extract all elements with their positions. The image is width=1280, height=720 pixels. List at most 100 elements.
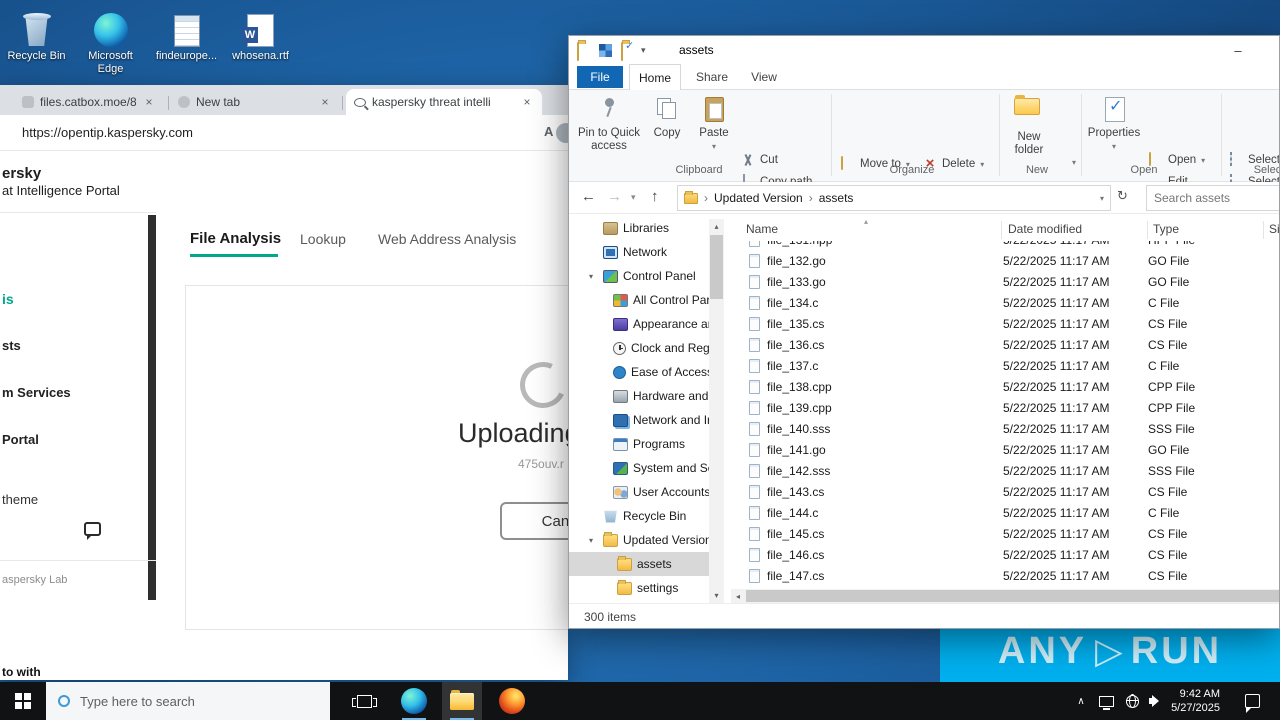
file-row[interactable]: file_144.c 5/22/2025 11:17 AM C File (724, 502, 1279, 523)
column-header-type[interactable]: Type (1153, 222, 1179, 236)
tree-item-recycle-bin[interactable]: Recycle Bin (569, 504, 709, 528)
file-row[interactable]: file_147.cs 5/22/2025 11:17 AM CS File (724, 565, 1279, 586)
nav-item-fragment[interactable]: m Services (2, 385, 71, 400)
taskbar-explorer-button[interactable] (442, 682, 482, 720)
file-row[interactable]: file_139.cpp 5/22/2025 11:17 AM CPP File (724, 397, 1279, 418)
file-row[interactable]: file_143.cs 5/22/2025 11:17 AM CS File (724, 481, 1279, 502)
nav-item-fragment[interactable]: Portal (2, 432, 39, 447)
breadcrumb-assets[interactable]: assets (819, 191, 854, 205)
sidebar-scrollbar[interactable] (148, 215, 156, 600)
recent-locations-icon[interactable]: ▾ (631, 192, 636, 203)
taskbar-firefox-button[interactable] (492, 682, 532, 720)
tree-item-updated-version[interactable]: ▾ Updated Version (569, 528, 712, 552)
tray-show-hidden-icons[interactable]: ∧ (1070, 682, 1092, 720)
close-tab-icon[interactable]: × (318, 95, 332, 109)
tree-item-settings[interactable]: settings (569, 576, 709, 600)
properties-button[interactable]: Properties ▾ (1085, 92, 1143, 166)
file-row[interactable]: file_135.cs 5/22/2025 11:17 AM CS File (724, 313, 1279, 334)
tree-item-user-accounts[interactable]: User Accounts (569, 480, 710, 504)
start-button[interactable] (0, 682, 46, 720)
file-row[interactable]: file_131.hpp5/22/2025 11:17 AMHPP File (724, 241, 1279, 250)
tray-display-button[interactable] (1094, 682, 1118, 720)
tray-network-button[interactable] (1120, 682, 1144, 720)
file-row[interactable]: file_137.c 5/22/2025 11:17 AM C File (724, 355, 1279, 376)
desktop-icon-recycle-bin[interactable]: Recycle Bin (0, 6, 73, 63)
browser-tab-kaspersky[interactable]: kaspersky threat intelli × (346, 89, 542, 115)
expand-arrow-icon[interactable]: ▾ (589, 536, 593, 545)
tree-item-ease-of-access[interactable]: Ease of Access (569, 360, 713, 384)
pin-to-quick-access-button[interactable]: Pin to Quick access (577, 92, 641, 166)
feedback-chat-icon[interactable] (84, 522, 101, 540)
tab-home[interactable]: Home (629, 64, 681, 90)
desktop-icon-whosena-rtf[interactable]: whosena.rtf (224, 6, 297, 63)
column-separator[interactable] (1263, 221, 1264, 239)
file-row[interactable]: file_141.go 5/22/2025 11:17 AM GO File (724, 439, 1279, 460)
explorer-title-bar[interactable]: ✓ ▾ assets – ▢ (569, 36, 1279, 64)
desktop-icon-edge[interactable]: Microsoft Edge (74, 6, 147, 76)
search-box[interactable] (1146, 185, 1279, 211)
nav-item-fragment[interactable]: sts (2, 338, 21, 353)
close-tab-icon[interactable]: × (520, 95, 534, 109)
tree-item-programs[interactable]: Programs (569, 432, 709, 456)
file-row[interactable]: file_133.go 5/22/2025 11:17 AM GO File (724, 271, 1279, 292)
file-row[interactable]: file_132.go 5/22/2025 11:17 AM GO File (724, 250, 1279, 271)
taskbar-edge-button[interactable] (394, 682, 434, 720)
browser-tab-catbox[interactable]: files.catbox.moe/8om × (14, 89, 164, 115)
column-header-size[interactable]: Size (1269, 222, 1279, 236)
action-center-button[interactable] (1232, 682, 1272, 720)
file-row[interactable]: file_138.cpp 5/22/2025 11:17 AM CPP File (724, 376, 1279, 397)
cut-button[interactable]: Cut (741, 150, 778, 170)
scroll-left-icon[interactable]: ◂ (731, 589, 745, 603)
file-row[interactable]: file_146.cs 5/22/2025 11:17 AM CS File (724, 544, 1279, 565)
profile-avatar[interactable] (556, 123, 568, 143)
column-header-date-modified[interactable]: Date modified (1008, 222, 1082, 236)
tree-item-all-control-panel-items[interactable]: All Control Par... (569, 288, 720, 312)
paste-button[interactable]: Paste ▾ (691, 92, 737, 166)
breadcrumb[interactable]: › Updated Version › assets ▾ (677, 185, 1111, 211)
tab-web-address-analysis[interactable]: Web Address Analysis (378, 231, 516, 247)
new-folder-qat-icon[interactable]: ✓ (621, 40, 634, 61)
column-header-name[interactable]: Name (746, 222, 778, 236)
read-aloud-icon[interactable]: A (544, 124, 553, 139)
tree-item-appearance[interactable]: Appearance an... (569, 312, 724, 336)
back-icon[interactable]: ← (581, 188, 596, 205)
file-row[interactable]: file_134.c 5/22/2025 11:17 AM C File (724, 292, 1279, 313)
folder-icon[interactable] (577, 42, 579, 61)
scroll-up-icon[interactable]: ▴ (709, 219, 724, 234)
tree-item-system-security[interactable]: System and Se... (569, 456, 724, 480)
chevron-right-icon[interactable]: › (809, 191, 813, 205)
breadcrumb-updated-version[interactable]: Updated Version (714, 191, 803, 205)
file-row[interactable]: file_136.cs 5/22/2025 11:17 AM CS File (724, 334, 1279, 355)
tree-item-hardware-sound[interactable]: Hardware and ... (569, 384, 722, 408)
tab-view[interactable]: View (741, 64, 787, 90)
tab-file[interactable]: File (577, 66, 623, 88)
tree-scrollbar[interactable]: ▴ ▾ (709, 219, 724, 603)
maximize-button[interactable]: ▢ (1271, 36, 1279, 64)
close-tab-icon[interactable]: × (142, 95, 156, 109)
tree-item-network-internet[interactable]: Network and In... (569, 408, 724, 432)
nav-item-fragment[interactable]: is (2, 291, 14, 307)
tab-file-analysis[interactable]: File Analysis (190, 230, 281, 247)
scrollbar-thumb[interactable] (710, 235, 723, 299)
tree-item-assets[interactable]: assets (569, 552, 709, 576)
browser-tab-new-tab[interactable]: New tab × (170, 89, 340, 115)
task-view-button[interactable] (344, 682, 384, 720)
up-icon[interactable]: ↑ (651, 188, 659, 205)
refresh-icon[interactable]: ↻ (1117, 188, 1128, 204)
tree-item-clock-region[interactable]: Clock and Regi... (569, 336, 722, 360)
theme-toggle-label-fragment[interactable]: theme (2, 492, 38, 507)
properties-qat-icon[interactable] (599, 44, 612, 57)
tree-item-network[interactable]: Network (569, 240, 709, 264)
desktop-icon-findeurope[interactable]: findeurope... (150, 6, 223, 63)
qat-customize-icon[interactable]: ▾ (641, 45, 646, 56)
forward-icon[interactable]: → (607, 188, 622, 205)
search-input[interactable] (1147, 186, 1279, 210)
cancel-button[interactable]: Cancel (500, 502, 568, 540)
tree-item-control-panel[interactable]: ▾ Control Panel (569, 264, 709, 288)
list-horizontal-scrollbar[interactable]: ◂ (731, 589, 1279, 603)
file-row[interactable]: file_140.sss 5/22/2025 11:17 AM SSS File (724, 418, 1279, 439)
minimize-button[interactable]: – (1221, 36, 1255, 64)
scrollbar-thumb[interactable] (746, 590, 1279, 602)
tab-lookup[interactable]: Lookup (300, 231, 346, 247)
new-folder-button[interactable]: New folder (1005, 92, 1053, 166)
